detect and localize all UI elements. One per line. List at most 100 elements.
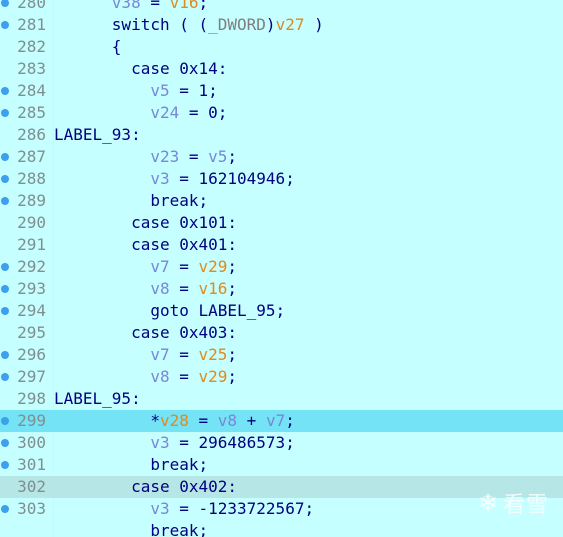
pseudocode-editor[interactable]: 280 v38 = v16; 281 switch ( (_DWORD)v27 )… [0,0,563,537]
code-text: v5 = 1; [54,80,217,102]
line-number: 286 [17,125,46,144]
code-line[interactable]: 297 v8 = v29; [0,366,563,388]
code-token: LABEL_95: [54,389,141,408]
code-line[interactable]: 300 v3 = 296486573; [0,432,563,454]
code-line[interactable]: 301 break; [0,454,563,476]
line-number: 302 [17,477,46,496]
code-token: = -1233722567; [169,499,315,518]
code-token: ; [227,279,238,298]
code-text: v7 = v25; [54,344,237,366]
code-token: ; [227,367,238,386]
code-token: LABEL_93: [54,125,141,144]
code-token: v28 [159,411,189,430]
code-line[interactable]: 283 case 0x14: [0,58,563,80]
code-line[interactable]: 293 v8 = v16; [0,278,563,300]
code-text: v24 = 0; [54,102,227,124]
code-text: LABEL_93: [54,124,141,146]
code-text: v8 = v29; [54,366,237,388]
code-line[interactable]: 284 v5 = 1; [0,80,563,102]
line-number: 292 [17,257,46,276]
line-number: 283 [17,59,46,78]
code-text: case 0x14: [54,58,227,80]
code-token: = [188,411,218,430]
code-token: v8 [150,367,170,386]
code-line[interactable]: 299 *v28 = v8 + v7; [0,410,563,432]
line-number: 293 [17,279,46,298]
code-text: case 0x402: [54,476,237,498]
code-token: break; [150,455,209,474]
code-line[interactable]: 289 break; [0,190,563,212]
code-token: v29 [198,367,228,386]
code-text: case 0x101: [54,212,237,234]
code-token: = [179,147,209,166]
code-token: = [169,367,199,386]
code-text: v38 = v16; [54,0,208,14]
code-line[interactable]: 287 v23 = v5; [0,146,563,168]
code-token: switch ( ( [111,15,209,34]
code-token: = [140,0,170,12]
code-line[interactable]: 298 LABEL_95: [0,388,563,410]
code-text: { [54,36,122,58]
code-line[interactable]: 291 case 0x401: [0,234,563,256]
code-token: goto LABEL_95; [150,301,286,320]
line-number: 282 [17,37,46,56]
code-text: v3 = 296486573; [54,432,295,454]
code-line[interactable]: 285 v24 = 0; [0,102,563,124]
line-number: 297 [17,367,46,386]
code-token: = 296486573; [169,433,295,452]
code-text: v8 = v16; [54,278,237,300]
code-token: v24 [150,103,180,122]
code-line[interactable]: 286 LABEL_93: [0,124,563,146]
code-text: goto LABEL_95; [54,300,285,322]
line-number: 294 [17,301,46,320]
code-line[interactable]: 295 case 0x403: [0,322,563,344]
line-number: 288 [17,169,46,188]
code-text: case 0x403: [54,322,237,344]
code-line[interactable]: 292 v7 = v29; [0,256,563,278]
code-line[interactable]: break; [0,520,563,537]
code-token: v16 [198,279,228,298]
line-number: 291 [17,235,46,254]
code-text: break; [54,190,208,212]
code-token: ) [304,15,324,34]
code-line[interactable]: 288 v3 = 162104946; [0,168,563,190]
code-token: v3 [150,169,170,188]
code-token: = [169,345,199,364]
line-number: 284 [17,81,46,100]
code-token: v38 [111,0,141,12]
line-number: 299 [17,411,46,430]
code-line[interactable]: 280 v38 = v16; [0,0,563,14]
code-token: break; [150,521,209,537]
code-token: v5 [208,147,228,166]
code-line[interactable]: 290 case 0x101: [0,212,563,234]
code-text: switch ( (_DWORD)v27 ) [54,14,324,36]
code-token: ; [285,411,295,430]
code-line[interactable]: 296 v7 = v25; [0,344,563,366]
code-token: case 0x101: [131,213,238,232]
code-text: break; [54,454,208,476]
code-lines: 280 v38 = v16; 281 switch ( (_DWORD)v27 )… [0,0,563,537]
code-token: _DWORD [208,15,266,34]
code-token: = [169,279,199,298]
code-line[interactable]: 282 { [0,36,563,58]
code-line[interactable]: 294 goto LABEL_95; [0,300,563,322]
line-number: 296 [17,345,46,364]
line-number: 285 [17,103,46,122]
code-token: v3 [150,433,170,452]
code-line[interactable]: 281 switch ( (_DWORD)v27 ) [0,14,563,36]
line-number: 295 [17,323,46,342]
code-token: ; [227,257,238,276]
